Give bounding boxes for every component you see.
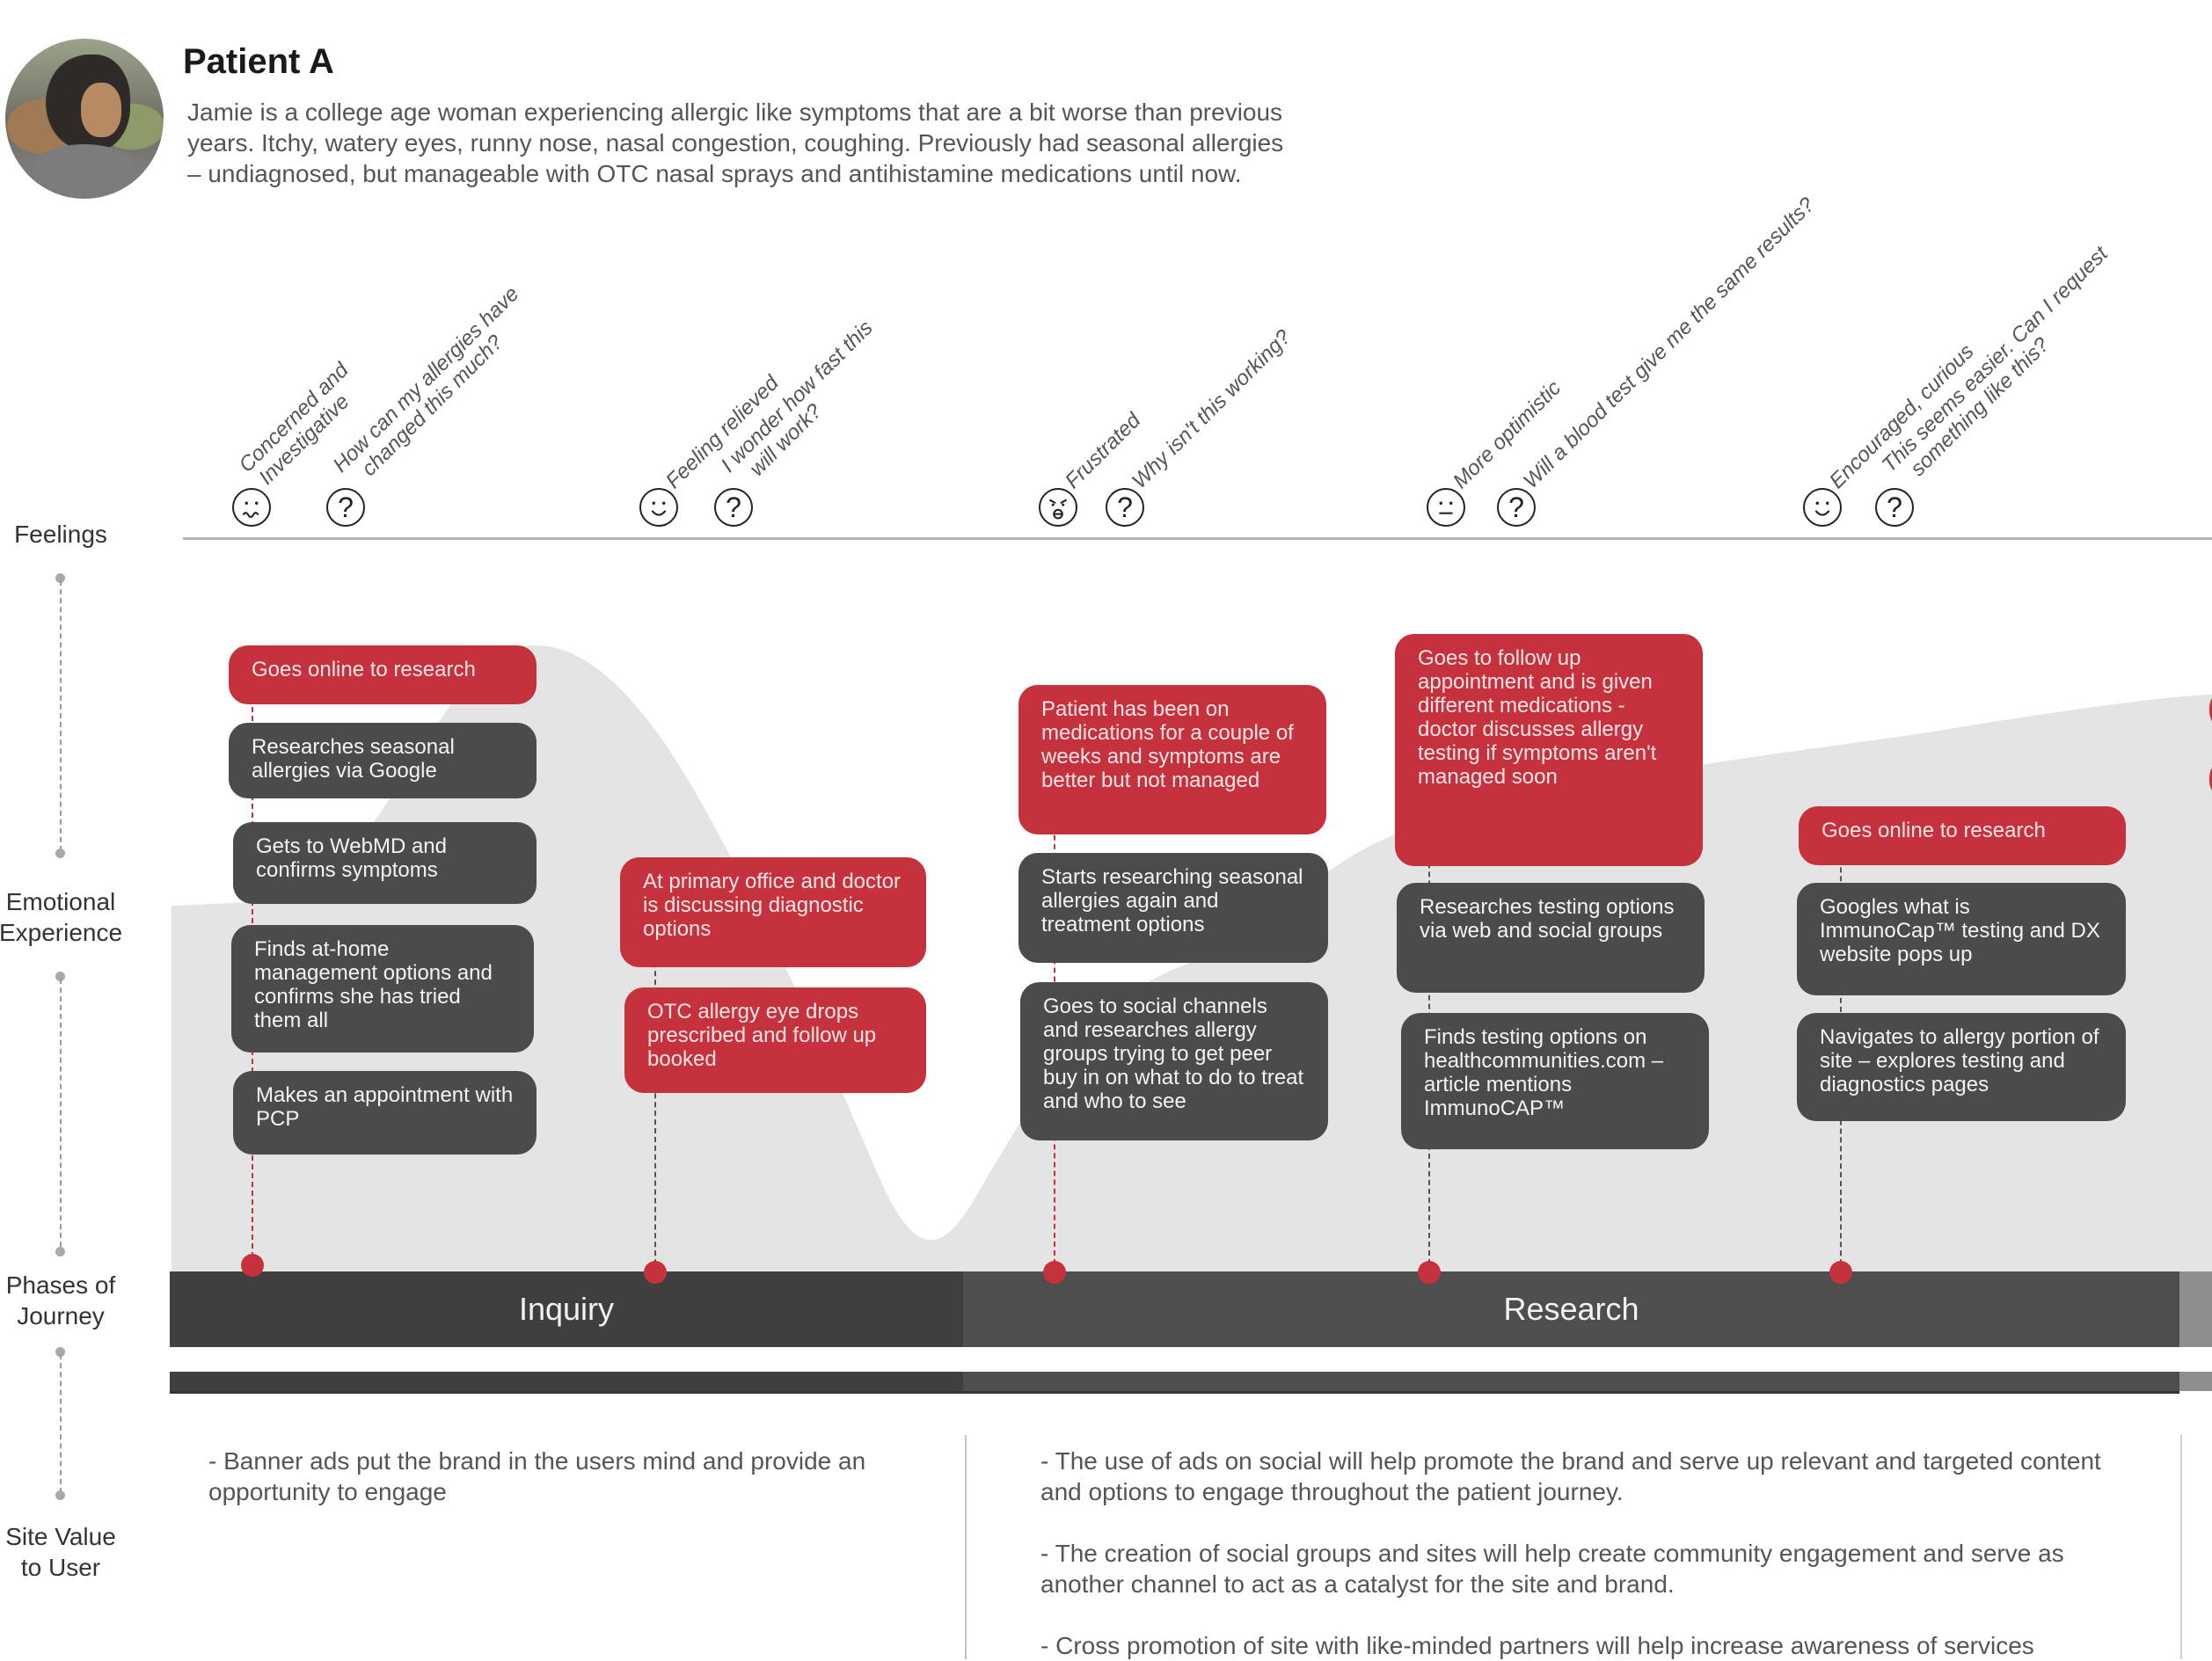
persona-title: Patient A [183,42,334,81]
worried-face-icon [232,488,271,527]
touchpoint-card-highlight: At primary office and doctor is discussi… [620,857,926,967]
question-circle-icon: ? [1497,488,1536,527]
row-label-line: Emotional [5,888,116,915]
column-divider [965,1435,967,1659]
timeline-pin [1829,1261,1852,1284]
timeline-pin [1418,1261,1441,1284]
touchpoint-card-highlight: OTC allergy eye drops prescribed and fol… [624,987,926,1093]
row-label-feelings: Feelings [14,521,107,548]
touchpoint-card: Researches seasonal allergies via Google [229,723,537,798]
touchpoint-card: Finds at-home management options and con… [231,925,534,1053]
feeling-question-label: This seems easier. Can I request somethin… [1877,242,2128,493]
site-value-item: - The use of ads on social will help pro… [1040,1447,2101,1505]
avatar-shoulder [23,144,146,199]
phase-research: Research [963,1271,2179,1347]
question-circle-icon: ? [326,488,365,527]
phase-label: Inquiry [518,1291,615,1327]
touchpoint-card: Researches testing options via web and s… [1397,883,1705,993]
row-label-site-value: Site Value to User [0,1521,127,1583]
touchpoint-card-highlight: Patient has been on medications for a co… [1018,685,1326,834]
phase-inquiry: Inquiry [170,1271,963,1347]
phase-underbar-next [2179,1372,2212,1391]
touchpoint-card-highlight: Goes online to research [1799,806,2126,865]
phase-underbar-research [963,1372,2179,1394]
timeline-pin [1043,1261,1066,1284]
site-value-item: - Cross promotion of site with like-mind… [1040,1632,2034,1659]
feeling-question-line: Why isn't this working? [1127,324,1296,493]
feeling-question-line: changed this much? [357,330,508,481]
site-value-inquiry: - Banner ads put the brand in the users … [208,1446,930,1507]
row-label-line: Site Value [5,1523,116,1550]
touchpoint-card: Starts researching seasonal allergies ag… [1018,853,1328,963]
touchpoint-card: Goes to social channels and researches a… [1020,982,1328,1140]
touchpoint-card: Googles what is ImmunoCap™ testing and D… [1797,883,2126,995]
feeling-question-line: Will a blood test give me the same resul… [1518,193,1820,494]
avatar-face [81,83,121,137]
site-value-item: - The creation of social groups and site… [1040,1540,2064,1598]
feeling-question-label: Will a blood test give me the same resul… [1518,193,1820,494]
question-circle-icon: ? [1875,488,1914,527]
axis-dot [55,1247,65,1257]
axis-connector [60,1354,62,1493]
column-divider [2180,1435,2182,1659]
row-label-line: to User [20,1554,101,1581]
axis-dot [55,1490,65,1500]
persona-description: Jamie is a college age woman experiencin… [187,98,1284,187]
feelings-baseline [183,537,2212,540]
neutral-face-icon [1427,488,1465,527]
touchpoint-card: Gets to WebMD and confirms symptoms [233,822,537,904]
row-label-phases-of-journey: Phases of Journey [0,1270,127,1331]
touchpoint-card-highlight: Goes online to research [229,645,537,704]
site-value-item: - Banner ads put the brand in the users … [208,1447,866,1505]
question-circle-icon: ? [714,488,753,527]
persona-avatar [5,39,164,199]
touchpoint-card: Makes an appointment with PCP [233,1071,537,1155]
touchpoint-card-highlight: Goes to follow up appointment and is giv… [1395,634,1703,866]
row-label-line: Experience [0,919,123,946]
row-label-line: Journey [17,1302,105,1330]
phase-label: Research [1503,1291,1639,1327]
question-circle-icon: ? [1106,488,1144,527]
smiling-face-icon [1803,488,1842,527]
phase-underbar-inquiry [170,1372,963,1394]
touchpoint-card: Navigates to allergy portion of site – e… [1797,1013,2126,1121]
site-value-research: - The use of ads on social will help pro… [1040,1446,2113,1661]
axis-connector [60,979,62,1247]
phase-next-partial [2179,1271,2212,1347]
angry-face-icon [1039,488,1077,527]
touchpoint-card: Finds testing options on healthcommuniti… [1401,1013,1709,1149]
timeline-pin [241,1254,264,1277]
smiling-face-icon [639,488,678,527]
row-label-emotional-experience: Emotional Experience [0,886,127,948]
feeling-question-label: Why isn't this working? [1127,324,1296,493]
timeline-pin [644,1261,667,1284]
row-label-line: Phases of [5,1271,116,1299]
feeling-question-line: This seems easier. Can I request [1877,242,2113,477]
axis-connector [60,580,62,851]
axis-dot [55,849,65,858]
